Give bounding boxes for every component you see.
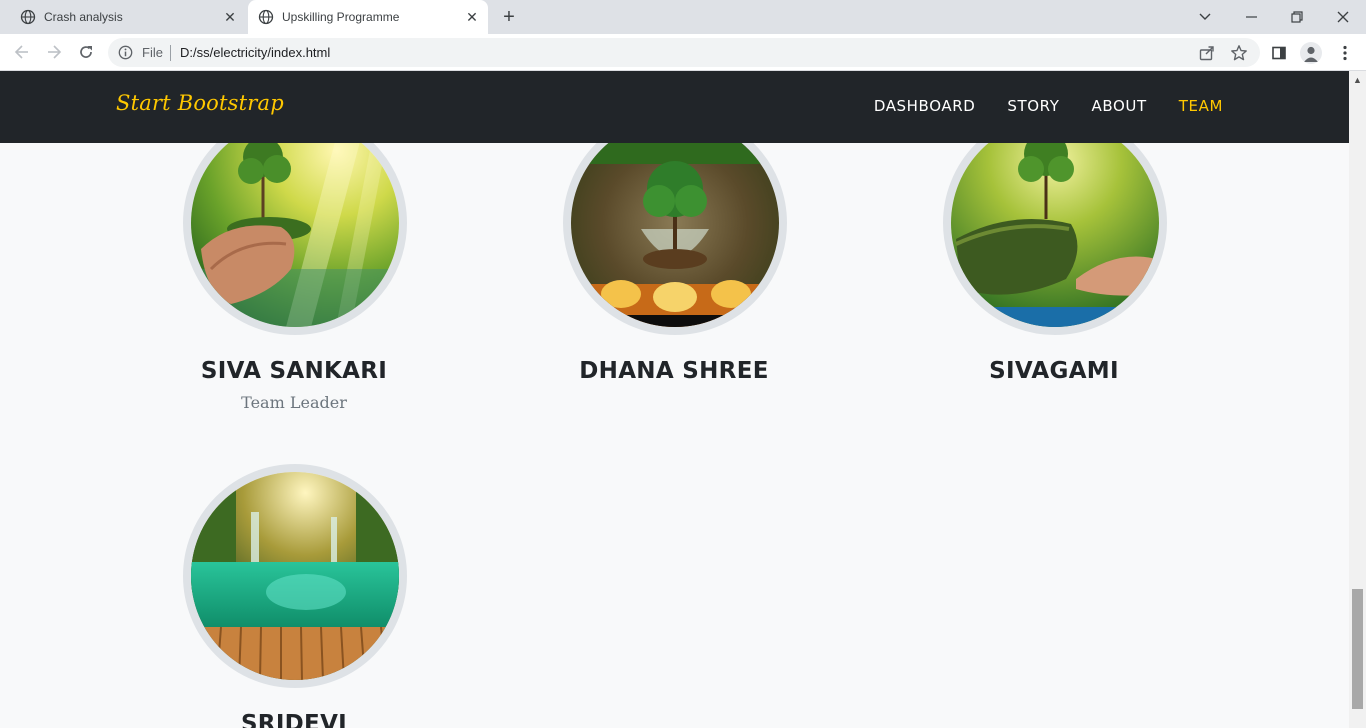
bookmark-star-icon[interactable] xyxy=(1230,44,1248,62)
nav-link-about[interactable]: ABOUT xyxy=(1092,97,1147,115)
url-text[interactable]: D:/ss/electricity/index.html xyxy=(180,45,330,60)
forward-arrow-icon[interactable] xyxy=(44,42,64,62)
globe-icon xyxy=(20,9,36,25)
address-divider xyxy=(170,45,171,61)
site-navbar: Start Bootstrap DASHBOARD STORY ABOUT TE… xyxy=(0,71,1349,143)
close-window-icon[interactable] xyxy=(1320,0,1366,34)
nav-link-team[interactable]: TEAM xyxy=(1179,97,1223,115)
nav-link-dashboard[interactable]: DASHBOARD xyxy=(874,97,976,115)
tab-title: Upskilling Programme xyxy=(282,10,400,24)
page-scrollbar[interactable]: ▲ xyxy=(1349,71,1366,728)
share-icon[interactable] xyxy=(1198,44,1216,62)
brand-logo-link[interactable]: Start Bootstrap xyxy=(116,91,284,115)
team-photo-tree-in-hands xyxy=(183,111,407,335)
nav-link-story[interactable]: STORY xyxy=(1007,97,1059,115)
member-name: SIVAGAMI xyxy=(989,358,1119,384)
info-icon[interactable] xyxy=(118,45,133,60)
address-bar[interactable]: File D:/ss/electricity/index.html xyxy=(108,38,1260,67)
team-photo-hands-holding-earth xyxy=(943,111,1167,335)
back-arrow-icon[interactable] xyxy=(12,42,32,62)
tab-crash-analysis[interactable]: Crash analysis ✕ xyxy=(12,0,246,34)
tab-search-chevron-icon[interactable] xyxy=(1182,0,1228,34)
member-name: SIVA SANKARI xyxy=(200,358,388,384)
scheme-label: File xyxy=(142,45,163,60)
browser-tab-strip: Crash analysis ✕ Upskilling Programme ✕ … xyxy=(0,0,1366,34)
minimize-icon[interactable] xyxy=(1228,0,1274,34)
side-panel-icon[interactable] xyxy=(1268,42,1290,64)
scroll-up-arrow-icon[interactable]: ▲ xyxy=(1353,75,1362,85)
member-name: SRIDEVI xyxy=(240,711,348,728)
restore-icon[interactable] xyxy=(1274,0,1320,34)
close-tab-icon[interactable]: ✕ xyxy=(222,9,238,25)
page-viewport: Start Bootstrap DASHBOARD STORY ABOUT TE… xyxy=(0,71,1349,728)
profile-avatar-icon[interactable] xyxy=(1300,42,1322,64)
tab-title: Crash analysis xyxy=(44,10,123,24)
new-tab-plus-icon[interactable]: + xyxy=(498,6,520,28)
tab-upskilling-programme[interactable]: Upskilling Programme ✕ xyxy=(248,0,488,34)
team-photo-waterfall-lagoon xyxy=(183,464,407,688)
member-name: DHANA SHREE xyxy=(579,358,769,384)
close-tab-icon[interactable]: ✕ xyxy=(464,9,480,25)
reload-icon[interactable] xyxy=(76,42,96,62)
member-role: Team Leader xyxy=(241,393,347,412)
browser-toolbar: File D:/ss/electricity/index.html xyxy=(0,34,1366,71)
nav-links: DASHBOARD STORY ABOUT TEAM xyxy=(874,97,1223,115)
scrollbar-thumb[interactable] xyxy=(1352,589,1363,709)
team-photo-tree-in-globe xyxy=(563,111,787,335)
kebab-menu-icon[interactable] xyxy=(1334,42,1356,64)
globe-icon xyxy=(258,9,274,25)
